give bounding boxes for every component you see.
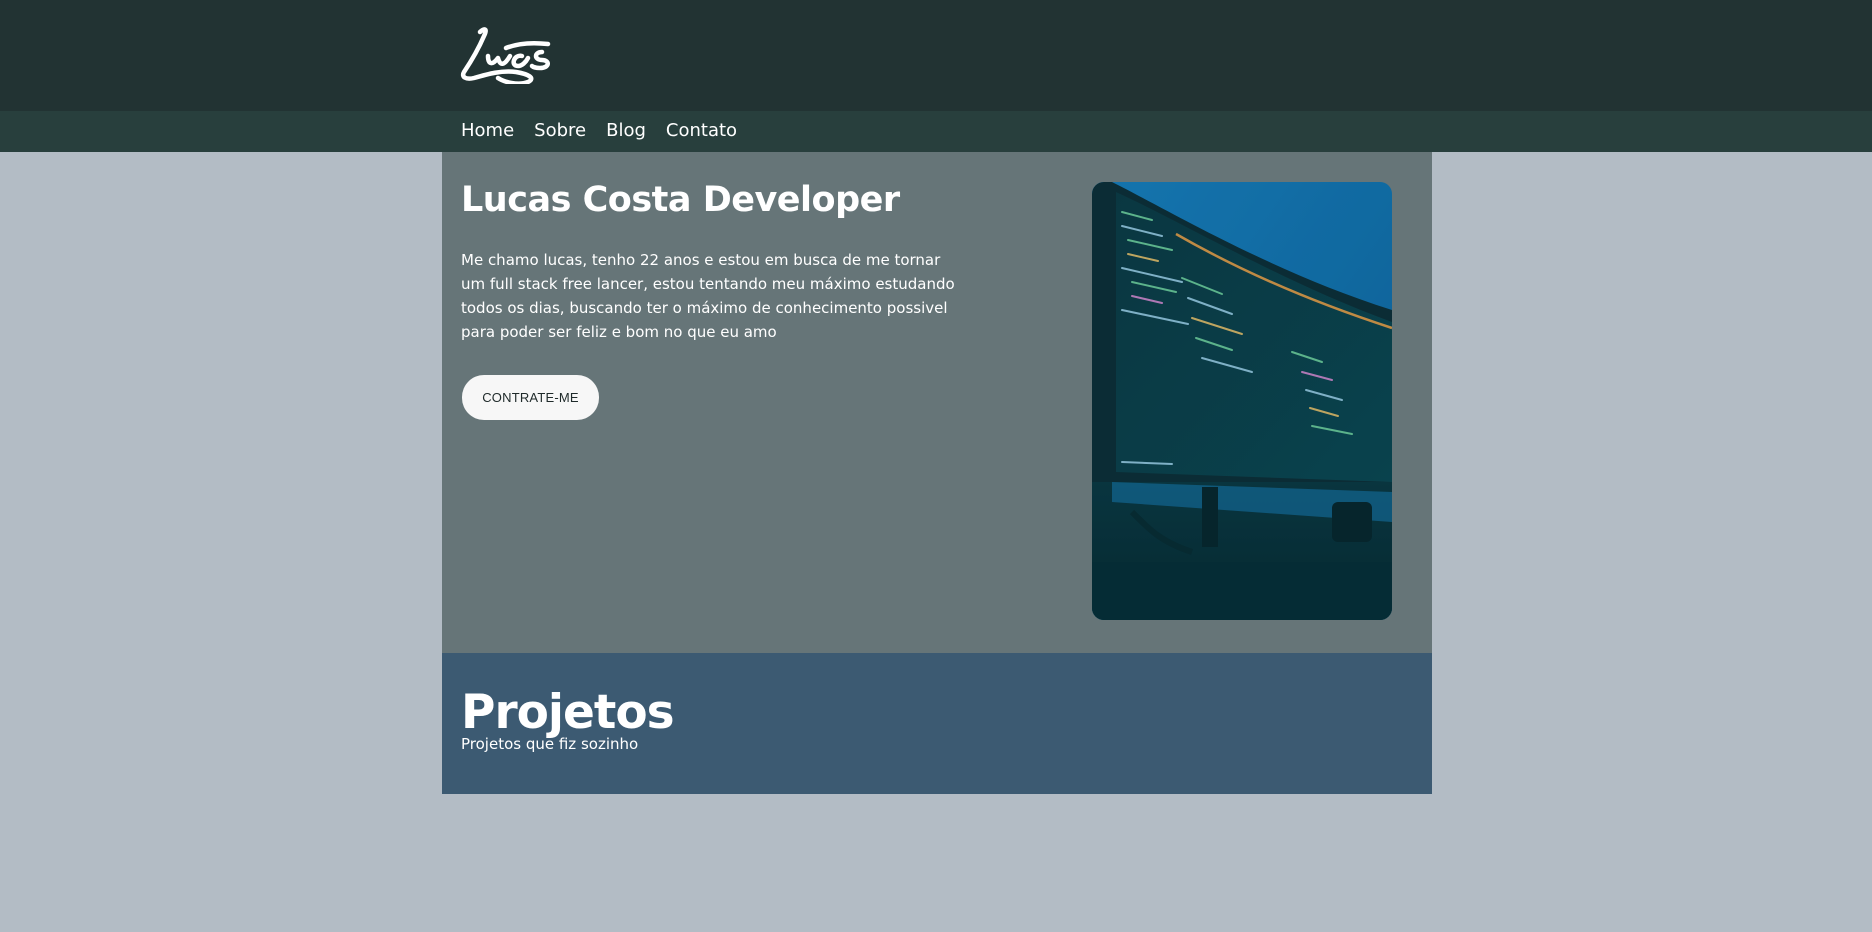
projects-subtitle: Projetos que fiz sozinho <box>461 735 639 753</box>
nav-link-home[interactable]: Home <box>461 120 514 142</box>
projects-section: Projetos Projetos que fiz sozinho <box>442 653 1432 794</box>
nav-link-contato[interactable]: Contato <box>666 120 737 142</box>
logo[interactable] <box>458 22 564 86</box>
projects-title: Projetos <box>461 685 675 740</box>
hero-description: Me chamo lucas, tenho 22 anos e estou em… <box>461 251 955 341</box>
logo-signature-icon <box>460 27 551 86</box>
nav-link-blog[interactable]: Blog <box>606 120 646 142</box>
hero-section: Lucas Costa Developer Me chamo lucas, te… <box>442 152 1432 653</box>
site-header <box>0 0 1872 111</box>
nav-link-sobre[interactable]: Sobre <box>534 120 586 142</box>
hire-me-button[interactable]: CONTRATE-ME <box>462 375 599 420</box>
nav-links: Home Sobre Blog Contato <box>461 120 737 142</box>
hero-title: Lucas Costa Developer <box>461 180 900 220</box>
monitor-code-image <box>1092 182 1392 620</box>
main-nav: Home Sobre Blog Contato <box>0 111 1872 152</box>
hero-image <box>1092 182 1392 620</box>
